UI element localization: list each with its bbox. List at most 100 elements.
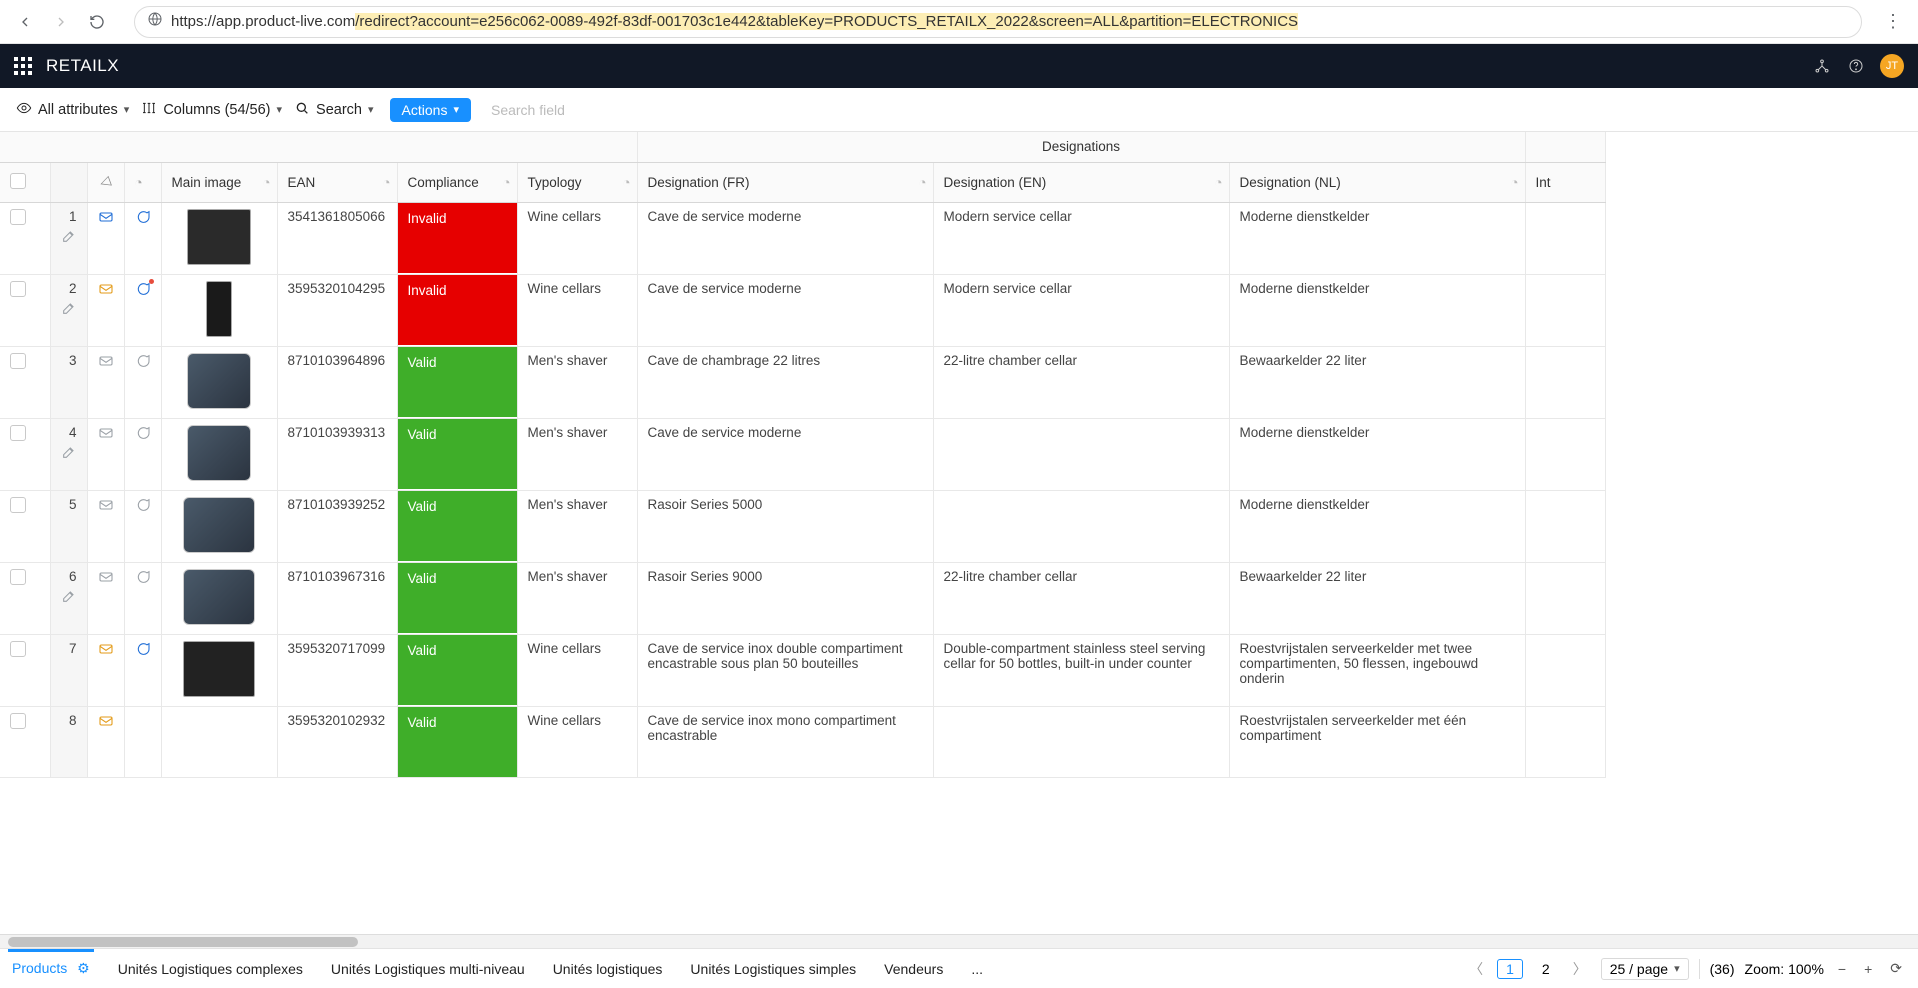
- cell-designation-en[interactable]: Double-compartment stainless steel servi…: [933, 634, 1229, 706]
- cell-designation-fr[interactable]: Cave de service moderne: [637, 274, 933, 346]
- columns-dropdown[interactable]: Columns (54/56) ▾: [141, 100, 282, 120]
- cell-designation-fr[interactable]: Cave de service inox double compartiment…: [637, 634, 933, 706]
- browser-menu-button[interactable]: ⋮: [1878, 11, 1908, 32]
- zoom-in-button[interactable]: +: [1860, 961, 1876, 977]
- cell-typology[interactable]: Wine cellars: [517, 706, 637, 777]
- message-icon[interactable]: [135, 569, 151, 588]
- cell-main-image[interactable]: [161, 202, 277, 274]
- row-checkbox[interactable]: [0, 562, 50, 634]
- all-attributes-dropdown[interactable]: All attributes ▾: [16, 100, 129, 120]
- tabs-more[interactable]: ...: [971, 961, 983, 977]
- row-checkbox[interactable]: [0, 706, 50, 777]
- cell-compliance[interactable]: Valid: [397, 490, 517, 562]
- row-checkbox[interactable]: [0, 490, 50, 562]
- cell-compliance[interactable]: Valid: [397, 706, 517, 777]
- cell-typology[interactable]: Men's shaver: [517, 418, 637, 490]
- cell-ean[interactable]: 8710103939313: [277, 418, 397, 490]
- cell-typology[interactable]: Men's shaver: [517, 490, 637, 562]
- table-row[interactable]: 58710103939252ValidMen's shaverRasoir Se…: [0, 490, 1605, 562]
- tab-products[interactable]: Products ⚙: [12, 960, 90, 977]
- mail-icon[interactable]: [98, 497, 114, 516]
- cell-main-image[interactable]: [161, 274, 277, 346]
- cell-typology[interactable]: Wine cellars: [517, 202, 637, 274]
- cell-designation-en[interactable]: 22-litre chamber cellar: [933, 346, 1229, 418]
- cell-typology[interactable]: Men's shaver: [517, 346, 637, 418]
- mail-icon[interactable]: [98, 569, 114, 588]
- cell-ean[interactable]: 8710103939252: [277, 490, 397, 562]
- cell-intro[interactable]: [1525, 634, 1605, 706]
- cell-intro[interactable]: [1525, 562, 1605, 634]
- cell-intro[interactable]: [1525, 202, 1605, 274]
- apps-grid-icon[interactable]: [14, 57, 32, 75]
- cell-typology[interactable]: Wine cellars: [517, 634, 637, 706]
- cell-intro[interactable]: [1525, 274, 1605, 346]
- mail-icon[interactable]: [98, 281, 114, 300]
- zoom-out-button[interactable]: −: [1834, 961, 1850, 977]
- cell-designation-nl[interactable]: Moderne dienstkelder: [1229, 274, 1525, 346]
- col-designation-nl[interactable]: Designation (NL)◔: [1229, 162, 1525, 202]
- col-ean[interactable]: EAN◔: [277, 162, 397, 202]
- cell-designation-nl[interactable]: Moderne dienstkelder: [1229, 418, 1525, 490]
- col-compliance[interactable]: Compliance◔: [397, 162, 517, 202]
- table-row[interactable]: 73595320717099ValidWine cellarsCave de s…: [0, 634, 1605, 706]
- col-designation-fr[interactable]: Designation (FR)◔: [637, 162, 933, 202]
- cell-designation-en[interactable]: 22-litre chamber cellar: [933, 562, 1229, 634]
- row-checkbox[interactable]: [0, 274, 50, 346]
- zoom-reset-button[interactable]: ⟳: [1886, 960, 1906, 977]
- message-icon[interactable]: [135, 281, 151, 300]
- cell-designation-en[interactable]: Modern service cellar: [933, 274, 1229, 346]
- row-checkbox[interactable]: [0, 418, 50, 490]
- row-checkbox[interactable]: [0, 346, 50, 418]
- cell-main-image[interactable]: [161, 418, 277, 490]
- cell-intro[interactable]: [1525, 346, 1605, 418]
- tab-ul-simples[interactable]: Unités Logistiques simples: [690, 961, 856, 977]
- browser-back-button[interactable]: [10, 7, 40, 37]
- browser-reload-button[interactable]: [82, 7, 112, 37]
- cell-typology[interactable]: Men's shaver: [517, 562, 637, 634]
- cell-main-image[interactable]: [161, 706, 277, 777]
- message-icon[interactable]: [135, 641, 151, 660]
- tab-vendeurs[interactable]: Vendeurs: [884, 961, 943, 977]
- cell-ean[interactable]: 3595320717099: [277, 634, 397, 706]
- cell-ean[interactable]: 3595320104295: [277, 274, 397, 346]
- mail-icon[interactable]: [98, 713, 114, 732]
- cell-designation-nl[interactable]: Bewaarkelder 22 liter: [1229, 562, 1525, 634]
- cell-main-image[interactable]: [161, 562, 277, 634]
- cell-typology[interactable]: Wine cellars: [517, 274, 637, 346]
- page-2[interactable]: 2: [1533, 959, 1559, 979]
- mail-icon[interactable]: [98, 209, 114, 228]
- cell-intro[interactable]: [1525, 418, 1605, 490]
- cell-compliance[interactable]: Invalid: [397, 274, 517, 346]
- cell-compliance[interactable]: Valid: [397, 634, 517, 706]
- page-prev-button[interactable]: 〈: [1465, 959, 1487, 979]
- cell-compliance[interactable]: Valid: [397, 562, 517, 634]
- cell-compliance[interactable]: Valid: [397, 418, 517, 490]
- page-size-select[interactable]: 25 / page▾: [1601, 958, 1689, 980]
- cell-ean[interactable]: 8710103967316: [277, 562, 397, 634]
- col-designation-en[interactable]: Designation (EN)◔: [933, 162, 1229, 202]
- cell-designation-fr[interactable]: Rasoir Series 9000: [637, 562, 933, 634]
- user-avatar[interactable]: JT: [1880, 54, 1904, 78]
- cell-ean[interactable]: 8710103964896: [277, 346, 397, 418]
- cell-compliance[interactable]: Invalid: [397, 202, 517, 274]
- actions-button[interactable]: Actions ▾: [390, 98, 471, 122]
- cell-designation-en[interactable]: [933, 490, 1229, 562]
- message-icon[interactable]: [135, 353, 151, 372]
- cell-ean[interactable]: 3541361805066: [277, 202, 397, 274]
- row-checkbox[interactable]: [0, 202, 50, 274]
- help-icon[interactable]: [1846, 56, 1866, 76]
- search-dropdown[interactable]: Search ▾: [294, 100, 373, 120]
- cell-main-image[interactable]: [161, 490, 277, 562]
- table-row[interactable]: 68710103967316ValidMen's shaverRasoir Se…: [0, 562, 1605, 634]
- cell-designation-nl[interactable]: Moderne dienstkelder: [1229, 490, 1525, 562]
- cell-designation-fr[interactable]: Cave de service moderne: [637, 202, 933, 274]
- cell-compliance[interactable]: Valid: [397, 346, 517, 418]
- mail-icon[interactable]: [98, 425, 114, 444]
- table-row[interactable]: 13541361805066InvalidWine cellarsCave de…: [0, 202, 1605, 274]
- col-typology[interactable]: Typology◔: [517, 162, 637, 202]
- data-table[interactable]: Designations ◁ ◔ Main image◔ EAN◔ Compli…: [0, 132, 1918, 948]
- message-icon[interactable]: [135, 497, 151, 516]
- row-checkbox[interactable]: [0, 634, 50, 706]
- browser-forward-button[interactable]: [46, 7, 76, 37]
- cell-intro[interactable]: [1525, 706, 1605, 777]
